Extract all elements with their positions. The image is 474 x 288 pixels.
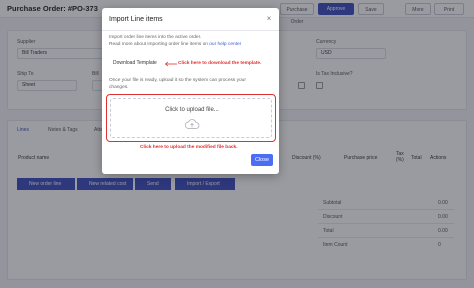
upload-label: Click to upload file... (165, 107, 219, 113)
help-center-text: Read more about importing order line ite… (109, 42, 242, 47)
import-line-items-modal: Import Line items × Import order line it… (102, 8, 279, 174)
file-upload-dropzone[interactable]: Click to upload file... (106, 94, 276, 142)
download-template-button[interactable]: Download Template (109, 58, 162, 69)
cloud-upload-icon (184, 119, 200, 129)
close-icon[interactable]: × (264, 14, 274, 24)
upload-instructions-text-cont: changes. (109, 85, 129, 90)
modal-title: Import Line items (109, 16, 163, 23)
close-button[interactable]: Close (251, 154, 273, 166)
import-intro-text: Import order line items into the active … (109, 35, 202, 40)
upload-file-note: Click here to upload the modified file b… (140, 145, 238, 150)
arrow-left-icon (164, 61, 177, 67)
dropzone-inner: Click to upload file... (110, 98, 272, 138)
help-center-link[interactable]: our help center (209, 42, 241, 47)
download-template-note: Click here to download the template. (178, 61, 262, 66)
modal-header-divider (102, 30, 279, 31)
upload-instructions-text: Once your file is ready, upload it so th… (109, 78, 246, 83)
